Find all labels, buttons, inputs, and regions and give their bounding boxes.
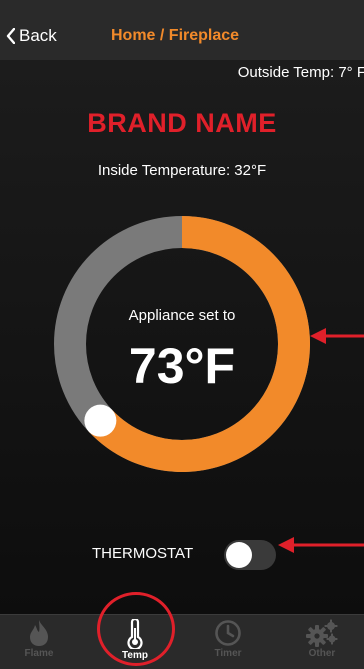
inside-temperature: Inside Temperature: 32°F (97, 162, 267, 179)
tab-label: Flame (24, 648, 54, 659)
clock-icon (215, 620, 241, 646)
annotation-arrow-thermostat (278, 537, 364, 553)
back-button[interactable]: Back (6, 26, 57, 46)
flame-icon (30, 620, 48, 646)
gear-icon (306, 619, 338, 647)
navigation-bar: Back Home / Fireplace (0, 0, 364, 61)
tab-label: Other (308, 648, 336, 659)
dial-label: Appliance set to (128, 307, 236, 324)
tab-label: Timer (214, 648, 242, 659)
dial-handle[interactable] (84, 404, 117, 437)
brand-name: BRAND NAME (87, 108, 277, 138)
thermometer-icon (127, 619, 143, 649)
tab-flame[interactable]: Flame (4, 615, 74, 669)
chevron-left-icon (6, 28, 15, 44)
page-title: Home / Fireplace (111, 27, 240, 44)
tab-label: Temp (122, 650, 148, 661)
tab-temp[interactable]: Temp (100, 615, 170, 669)
outside-temperature: Outside Temp: 7° F (237, 64, 364, 81)
set-temperature: 73°F (128, 338, 236, 394)
tab-other[interactable]: Other (287, 615, 357, 669)
main-content: Outside Temp: 7° F BRAND NAME Inside Tem… (0, 60, 364, 614)
toggle-knob (226, 542, 252, 568)
thermostat-toggle[interactable] (224, 540, 276, 570)
back-label: Back (19, 26, 57, 45)
tab-bar: Flame Temp Timer Other (0, 614, 364, 669)
annotation-arrow-dial (310, 328, 364, 344)
tab-timer[interactable]: Timer (193, 615, 263, 669)
thermostat-label: THERMOSTAT (92, 545, 194, 562)
